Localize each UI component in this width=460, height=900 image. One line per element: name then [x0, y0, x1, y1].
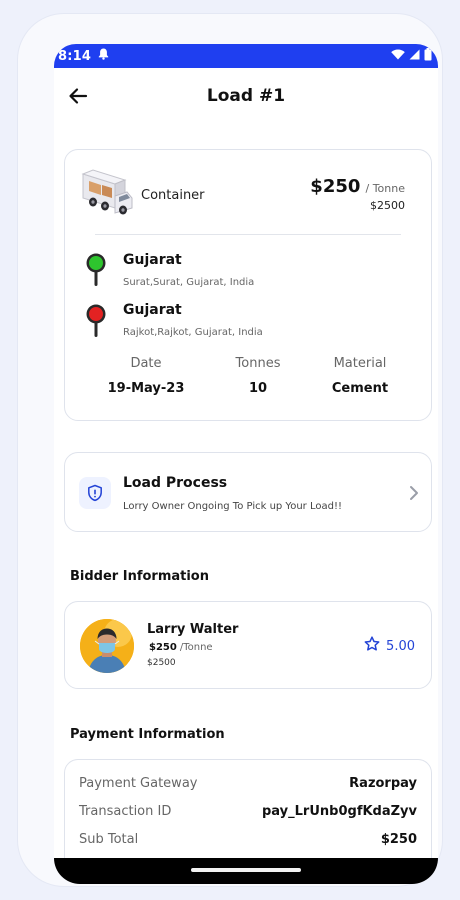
back-arrow-icon[interactable] — [68, 86, 88, 106]
chevron-right-icon[interactable] — [407, 484, 421, 502]
bidder-section-title: Bidder Information — [70, 569, 209, 584]
drop-pin-icon — [85, 303, 107, 339]
battery-icon — [424, 47, 432, 65]
stat-value: 19-May-23 — [107, 381, 185, 396]
vehicle-type: Container — [141, 188, 205, 203]
payment-value: $250 — [380, 832, 417, 847]
signal-icon — [409, 49, 420, 64]
stat-label: Date — [130, 356, 162, 371]
stat-material: Material Cement — [305, 356, 415, 396]
bidder-price: $250 — [149, 642, 177, 653]
price-per-tonne: $250 — [310, 176, 361, 197]
pickup-city: Gujarat — [123, 252, 182, 268]
stat-value: Cement — [331, 381, 389, 396]
payment-section-title: Payment Information — [70, 727, 225, 742]
shield-icon — [79, 477, 111, 509]
pickup-address: Surat,Surat, Gujarat, India — [123, 277, 255, 288]
drop-address: Rajkot,Rajkot, Gujarat, India — [123, 327, 263, 338]
app-bar: Load #1 — [54, 68, 438, 124]
payment-label: Payment Gateway — [79, 776, 198, 791]
phone-frame: 8:14 Load #1 Container $250 / Tonne $250… — [18, 14, 442, 886]
load-process-title: Load Process — [123, 475, 228, 491]
pickup-pin-icon — [85, 252, 107, 288]
avatar — [80, 619, 134, 673]
status-time: 8:14 — [58, 48, 92, 64]
drop-city: Gujarat — [123, 302, 182, 318]
stat-tonnes: Tonnes 10 — [203, 356, 313, 396]
price-block: $250 / Tonne $2500 — [310, 176, 405, 212]
divider — [95, 234, 401, 235]
system-nav-bar — [54, 858, 438, 884]
stat-value: 10 — [248, 381, 268, 396]
container-truck-icon — [79, 168, 133, 218]
payment-row: Payment Gateway Razorpay — [79, 776, 417, 791]
rating-value: 5.00 — [386, 638, 415, 654]
bidder-rating: 5.00 — [364, 636, 415, 656]
home-indicator[interactable] — [191, 868, 301, 872]
notification-bell-icon — [98, 48, 109, 64]
payment-label: Transaction ID — [79, 804, 172, 819]
load-process-card[interactable]: Load Process Lorry Owner Ongoing To Pick… — [64, 452, 432, 532]
stat-label: Tonnes — [235, 356, 281, 371]
bidder-price-unit: /Tonne — [179, 642, 213, 653]
status-icons — [391, 47, 432, 65]
bidder-card[interactable]: Larry Walter $250/Tonne $2500 5.00 — [64, 601, 432, 689]
bidder-name: Larry Walter — [147, 622, 239, 637]
wifi-icon — [391, 49, 405, 64]
price-unit: / Tonne — [365, 182, 406, 195]
load-summary-card: Container $250 / Tonne $2500 Gujarat Sur… — [64, 149, 432, 421]
bidder-price-total: $2500 — [147, 658, 176, 668]
payment-value: pay_LrUnb0gfKdaZyv — [262, 804, 417, 819]
bidder-price-row: $250/Tonne — [149, 642, 213, 653]
status-bar: 8:14 — [54, 44, 438, 68]
stat-date: Date 19-May-23 — [91, 356, 201, 396]
price-total: $2500 — [370, 199, 405, 212]
stat-label: Material — [333, 356, 387, 371]
page-title: Load #1 — [206, 86, 286, 106]
app-screen: 8:14 Load #1 Container $250 / Tonne $250… — [54, 44, 438, 884]
load-process-subtitle: Lorry Owner Ongoing To Pick up Your Load… — [123, 501, 342, 512]
payment-row: Sub Total $250 — [79, 832, 417, 847]
payment-value: Razorpay — [349, 776, 417, 791]
payment-row: Transaction ID pay_LrUnb0gfKdaZyv — [79, 804, 417, 819]
payment-label: Sub Total — [79, 832, 139, 847]
star-icon — [364, 636, 380, 656]
